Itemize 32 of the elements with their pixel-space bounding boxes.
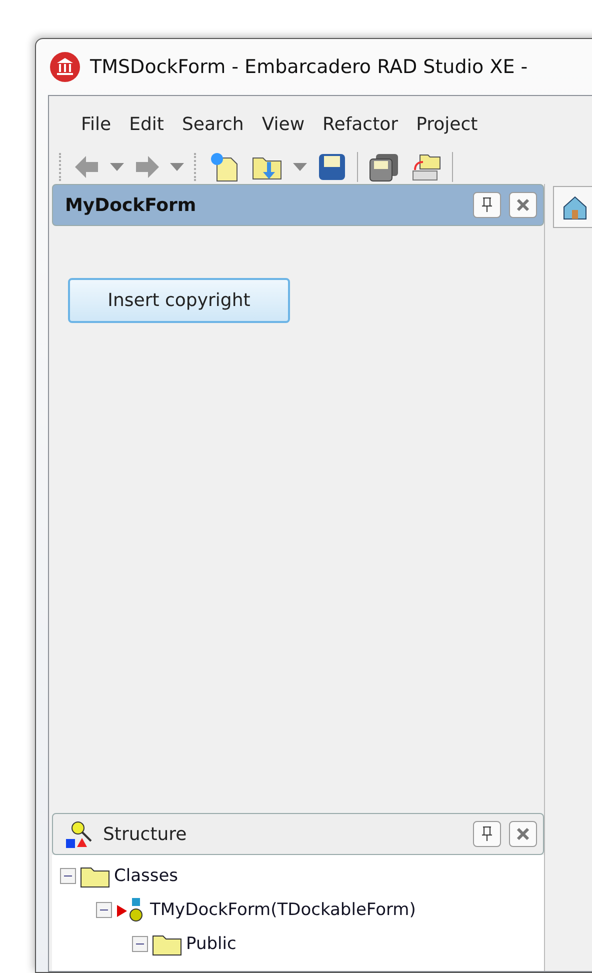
menu-item[interactable]: View bbox=[256, 110, 311, 138]
pin-icon bbox=[480, 197, 494, 213]
panel-title: Structure bbox=[103, 824, 188, 844]
menu-item[interactable]: Refactor bbox=[316, 110, 404, 138]
app-logo-icon bbox=[50, 52, 80, 82]
insert-copyright-button[interactable]: Insert copyright bbox=[68, 278, 290, 323]
tree-item[interactable]: TMyDockForm(TDockableForm) bbox=[150, 900, 416, 920]
close-icon bbox=[516, 198, 530, 212]
dropdown-caret-icon[interactable] bbox=[170, 163, 184, 171]
save-all-icon[interactable] bbox=[368, 152, 400, 182]
menu-item[interactable]: Edit bbox=[123, 110, 170, 138]
home-icon bbox=[562, 194, 588, 220]
collapse-toggle[interactable] bbox=[60, 868, 76, 884]
close-button[interactable] bbox=[509, 821, 537, 847]
collapse-toggle[interactable] bbox=[132, 936, 148, 952]
save-icon[interactable] bbox=[317, 152, 347, 182]
dropdown-caret-icon[interactable] bbox=[110, 163, 124, 171]
dropdown-caret-icon[interactable] bbox=[293, 163, 307, 171]
pin-button[interactable] bbox=[473, 821, 501, 847]
pin-button[interactable] bbox=[473, 192, 501, 218]
close-button[interactable] bbox=[509, 192, 537, 218]
pin-icon bbox=[480, 826, 494, 842]
close-icon bbox=[516, 827, 530, 841]
menu-item[interactable]: Project bbox=[410, 110, 484, 138]
window-title: TMSDockForm - Embarcadero RAD Studio XE - bbox=[90, 56, 528, 78]
menu-item[interactable]: Search bbox=[176, 110, 250, 138]
tree-item[interactable]: Classes bbox=[114, 866, 178, 886]
panel-title: MyDockForm bbox=[65, 194, 198, 216]
tree-item[interactable]: Public bbox=[186, 934, 236, 954]
menu-item[interactable]: File bbox=[75, 110, 118, 138]
folder-open-icon[interactable] bbox=[410, 152, 442, 182]
collapse-toggle[interactable] bbox=[96, 902, 112, 918]
